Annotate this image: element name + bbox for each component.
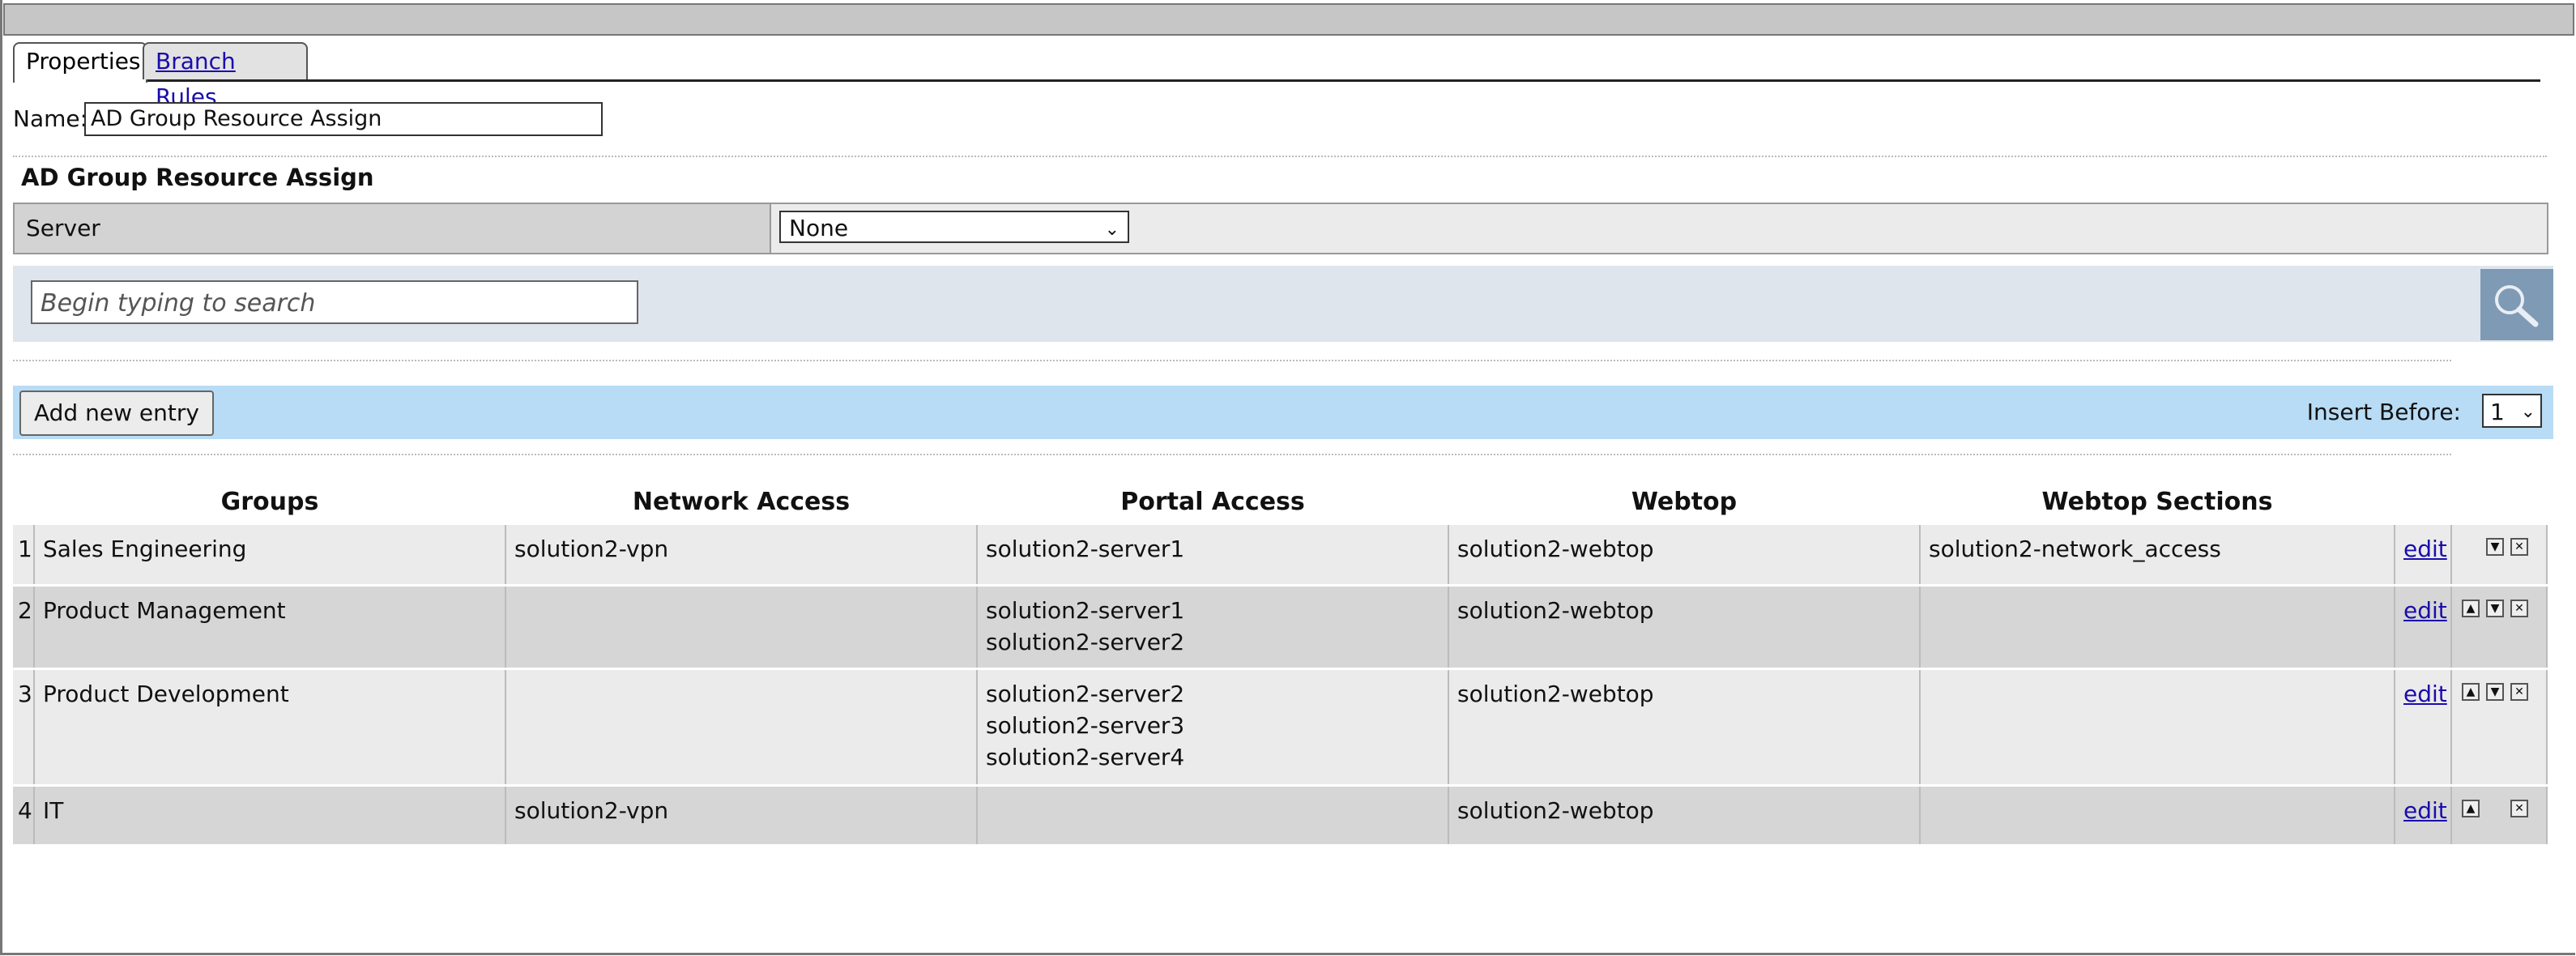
portal-resource: solution2-server1 bbox=[986, 536, 1185, 562]
table-header-row: Groups Network Access Portal Access Webt… bbox=[13, 478, 2547, 525]
insert-before-select[interactable]: 1 ⌄ bbox=[2482, 394, 2542, 428]
cell-network-access bbox=[505, 585, 978, 670]
portal-resource: solution2-server3 bbox=[986, 711, 1185, 739]
move-down-icon[interactable]: ▼ bbox=[2486, 599, 2504, 617]
cell-network-access: solution2-vpn bbox=[505, 525, 978, 587]
table-row: 2 Product Management solution2-server1 s… bbox=[13, 585, 2548, 670]
delete-icon[interactable]: ✕ bbox=[2510, 538, 2528, 556]
cell-webtop: solution2-webtop bbox=[1448, 668, 1921, 787]
edit-link[interactable]: edit bbox=[2403, 681, 2447, 707]
cell-webtop: solution2-webtop bbox=[1448, 585, 1921, 670]
row-number: 2 bbox=[13, 585, 35, 670]
cell-portal-access: solution2-server2 solution2-server3 solu… bbox=[977, 668, 1449, 787]
cell-edit: edit bbox=[2395, 668, 2452, 787]
move-up-icon[interactable]: ▲ bbox=[2462, 599, 2480, 617]
server-label: Server bbox=[15, 204, 771, 253]
name-input[interactable]: AD Group Resource Assign bbox=[84, 102, 603, 136]
portal-resource: solution2-server4 bbox=[986, 743, 1185, 770]
server-select[interactable]: None ⌄ bbox=[779, 211, 1129, 243]
cell-controls: ▲ ▼ ✕ bbox=[2451, 668, 2548, 787]
header-webtop: Webtop bbox=[1631, 487, 1738, 516]
title-bar bbox=[3, 3, 2574, 36]
move-up-icon[interactable]: ▲ bbox=[2462, 682, 2480, 701]
cell-group: Product Development bbox=[34, 668, 506, 787]
cell-controls: ▲▼✕ bbox=[2451, 525, 2548, 587]
chevron-down-icon: ⌄ bbox=[2520, 402, 2535, 422]
name-label: Name: bbox=[13, 105, 88, 132]
cell-webtop-sections bbox=[1920, 585, 2395, 670]
cell-controls: ▲▼✕ bbox=[2451, 785, 2548, 847]
insert-before-value: 1 bbox=[2490, 399, 2505, 425]
header-portal-access: Portal Access bbox=[1120, 487, 1305, 516]
header-controls bbox=[2451, 478, 2547, 525]
action-bar: Add new entry Insert Before: 1 ⌄ bbox=[13, 386, 2553, 439]
tab-strip: Properties Branch Rules bbox=[13, 41, 2540, 110]
cell-webtop-sections bbox=[1920, 785, 2395, 847]
cell-portal-access bbox=[977, 785, 1449, 847]
search-bar: Begin typing to search bbox=[13, 266, 2553, 342]
resource-table: Groups Network Access Portal Access Webt… bbox=[13, 478, 2548, 847]
row-number: 3 bbox=[13, 668, 35, 787]
table-row: 1 Sales Engineering solution2-vpn soluti… bbox=[13, 525, 2548, 587]
divider bbox=[13, 156, 2547, 157]
edit-link[interactable]: edit bbox=[2403, 797, 2447, 824]
server-select-value: None bbox=[789, 215, 849, 241]
cell-network-access: solution2-vpn bbox=[505, 785, 978, 847]
cell-network-access bbox=[505, 668, 978, 787]
cell-edit: edit bbox=[2395, 525, 2452, 587]
cell-portal-access: solution2-server1 solution2-server2 bbox=[977, 585, 1449, 670]
cell-group: Product Management bbox=[34, 585, 506, 670]
cell-edit: edit bbox=[2395, 585, 2452, 670]
name-row: Name: AD Group Resource Assign bbox=[13, 100, 603, 138]
search-icon bbox=[2495, 285, 2539, 327]
move-up-icon[interactable]: ▲ bbox=[2462, 799, 2480, 817]
edit-link[interactable]: edit bbox=[2403, 536, 2447, 562]
divider bbox=[13, 454, 2451, 455]
cell-group: Sales Engineering bbox=[34, 525, 506, 587]
delete-icon[interactable]: ✕ bbox=[2510, 599, 2528, 617]
header-groups: Groups bbox=[220, 487, 319, 516]
insert-before-label: Insert Before: bbox=[2306, 399, 2461, 425]
cell-webtop-sections bbox=[1920, 668, 2395, 787]
cell-portal-access: solution2-server1 bbox=[977, 525, 1449, 587]
cell-controls: ▲ ▼ ✕ bbox=[2451, 585, 2548, 670]
portal-resource: solution2-server2 bbox=[986, 628, 1185, 655]
portal-resource: solution2-server1 bbox=[986, 596, 1185, 624]
header-webtop-sections: Webtop Sections bbox=[2041, 487, 2273, 516]
cell-webtop-sections: solution2-network_access bbox=[1920, 525, 2395, 587]
server-row: Server None ⌄ bbox=[13, 203, 2548, 254]
move-down-icon[interactable]: ▼ bbox=[2486, 538, 2504, 556]
row-number: 1 bbox=[13, 525, 35, 587]
cell-edit: edit bbox=[2395, 785, 2452, 847]
portal-resource: solution2-server2 bbox=[986, 680, 1185, 707]
delete-icon[interactable]: ✕ bbox=[2510, 682, 2528, 701]
cell-webtop: solution2-webtop bbox=[1448, 785, 1921, 847]
tab-branch-rules[interactable]: Branch Rules bbox=[143, 42, 308, 110]
header-network-access: Network Access bbox=[632, 487, 851, 516]
delete-icon[interactable]: ✕ bbox=[2510, 799, 2528, 817]
table-row: 4 IT solution2-vpn solution2-webtop edit… bbox=[13, 785, 2548, 847]
edit-link[interactable]: edit bbox=[2403, 597, 2447, 624]
search-input[interactable]: Begin typing to search bbox=[31, 280, 638, 324]
table-row: 3 Product Development solution2-server2 … bbox=[13, 668, 2548, 787]
add-new-entry-button[interactable]: Add new entry bbox=[19, 391, 214, 436]
section-title: AD Group Resource Assign bbox=[21, 164, 374, 191]
search-button[interactable] bbox=[2480, 269, 2553, 340]
row-number: 4 bbox=[13, 785, 35, 847]
header-num bbox=[13, 478, 34, 525]
cell-group: IT bbox=[34, 785, 506, 847]
move-down-icon[interactable]: ▼ bbox=[2486, 682, 2504, 701]
divider bbox=[13, 360, 2451, 361]
cell-webtop: solution2-webtop bbox=[1448, 525, 1921, 587]
chevron-down-icon: ⌄ bbox=[1104, 220, 1120, 240]
header-edit bbox=[2395, 478, 2451, 525]
tab-properties[interactable]: Properties bbox=[13, 42, 147, 83]
